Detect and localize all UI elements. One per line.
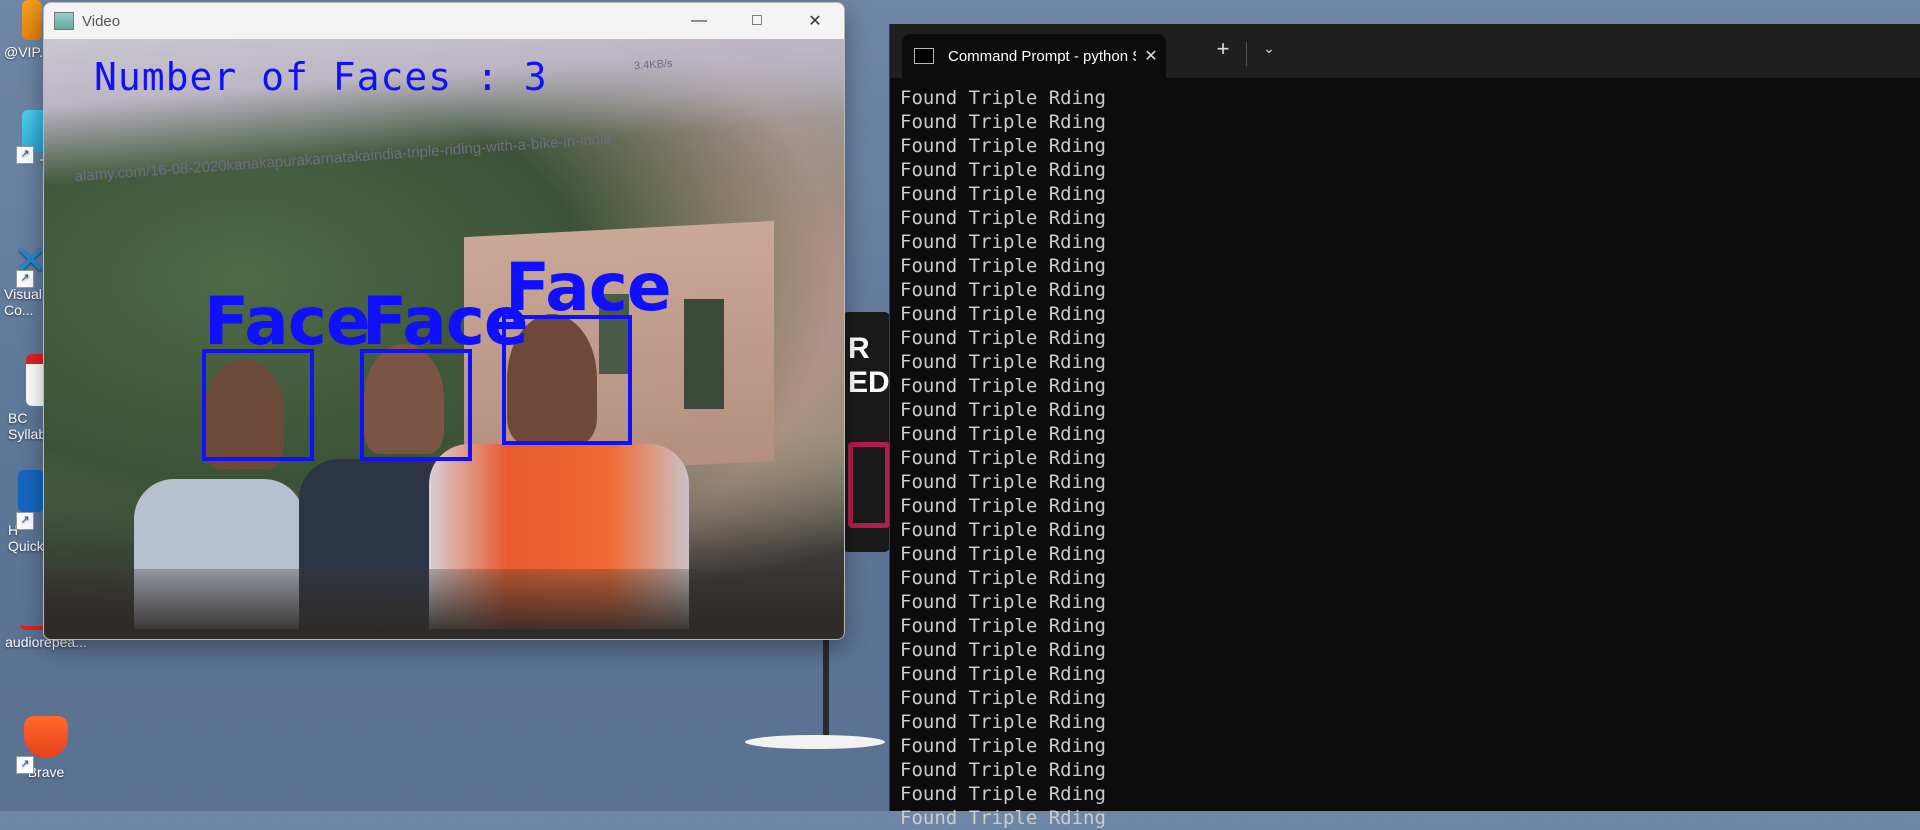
shortcut-arrow-icon: ↗ — [16, 756, 34, 774]
screen-speed-text: 3.4KB/s — [633, 57, 673, 73]
desktop-icon-label: Brave — [27, 764, 65, 780]
video-titlebar[interactable]: Video — □ ✕ — [44, 3, 844, 39]
terminal-output-line: Found Triple Rding — [900, 255, 1106, 277]
terminal-output-line: Found Triple Rding — [900, 591, 1106, 613]
terminal-output-line: Found Triple Rding — [900, 399, 1106, 421]
terminal-output-line: Found Triple Rding — [900, 447, 1106, 469]
terminal-window[interactable]: Command Prompt - python S ✕ + ⌄ Found Tr… — [889, 24, 1920, 829]
background-pole — [823, 630, 829, 740]
terminal-tab-bar: Command Prompt - python S ✕ + ⌄ — [890, 24, 1920, 78]
terminal-output-line: Found Triple Rding — [900, 495, 1106, 517]
terminal-icon — [914, 48, 934, 64]
quick-assist-icon — [18, 470, 44, 512]
face-bounding-box — [202, 349, 314, 461]
desktop-icon-brave[interactable]: ↗ Brave — [0, 716, 92, 780]
face-bounding-box — [360, 349, 472, 461]
sign-digit — [848, 442, 890, 528]
terminal-output-line: Found Triple Rding — [900, 207, 1106, 229]
terminal-output-line: Found Triple Rding — [900, 663, 1106, 685]
tab-dropdown-chevron-icon[interactable]: ⌄ — [1254, 40, 1284, 57]
sign-text-line1: R — [848, 332, 870, 365]
shortcut-arrow-icon: ↗ — [16, 512, 34, 530]
terminal-output-line: Found Triple Rding — [900, 327, 1106, 349]
terminal-output-line: Found Triple Rding — [900, 423, 1106, 445]
terminal-output-line: Found Triple Rding — [900, 807, 1106, 829]
terminal-output-line: Found Triple Rding — [900, 735, 1106, 757]
video-window[interactable]: Video — □ ✕ alamy.com/16-08-2020kanakapu… — [43, 2, 845, 640]
video-window-title: Video — [82, 12, 121, 30]
background-led-sign: R ED — [842, 312, 890, 552]
minimize-button[interactable]: — — [670, 3, 728, 39]
video-frame: alamy.com/16-08-2020kanakapurakarnatakai… — [44, 39, 844, 639]
background-pole-base — [745, 735, 885, 749]
close-button[interactable]: ✕ — [786, 3, 844, 39]
terminal-output-line: Found Triple Rding — [900, 159, 1106, 181]
terminal-tab[interactable]: Command Prompt - python S ✕ — [902, 34, 1166, 78]
video-app-icon — [54, 12, 74, 30]
face-count-overlay: Number of Faces : 3 — [94, 55, 548, 99]
terminal-output-line: Found Triple Rding — [900, 519, 1106, 541]
sign-text-line2: ED — [848, 366, 890, 399]
terminal-output-line: Found Triple Rding — [900, 279, 1106, 301]
terminal-output-line: Found Triple Rding — [900, 543, 1106, 565]
building-window — [684, 299, 724, 409]
video-bottom-shadow — [44, 569, 844, 639]
terminal-output-line: Found Triple Rding — [900, 135, 1106, 157]
maximize-button[interactable]: □ — [728, 3, 786, 39]
terminal-output-line: Found Triple Rding — [900, 231, 1106, 253]
terminal-output-line: Found Triple Rding — [900, 711, 1106, 733]
terminal-output-line: Found Triple Rding — [900, 303, 1106, 325]
shortcut-arrow-icon: ↗ — [16, 270, 34, 288]
screen-url-text: alamy.com/16-08-2020kanakapurakarnatakai… — [74, 130, 618, 185]
shortcut-arrow-icon: ↗ — [16, 146, 34, 164]
tab-close-icon[interactable]: ✕ — [1136, 46, 1166, 66]
brave-icon — [24, 716, 68, 758]
terminal-output-line: Found Triple Rding — [900, 111, 1106, 133]
terminal-output-line: Found Triple Rding — [900, 567, 1106, 589]
terminal-output-line: Found Triple Rding — [900, 351, 1106, 373]
terminal-tab-title: Command Prompt - python S — [948, 47, 1136, 65]
terminal-output-line: Found Triple Rding — [900, 687, 1106, 709]
tab-divider — [1246, 42, 1247, 66]
new-tab-button[interactable]: + — [1208, 36, 1238, 62]
face-bounding-box — [502, 315, 632, 445]
terminal-output-line: Found Triple Rding — [900, 759, 1106, 781]
terminal-output-line: Found Triple Rding — [900, 639, 1106, 661]
vip-icon — [22, 0, 42, 40]
terminal-output-line: Found Triple Rding — [900, 783, 1106, 805]
terminal-output-line: Found Triple Rding — [900, 615, 1106, 637]
terminal-output-line: Found Triple Rding — [900, 87, 1106, 109]
terminal-output[interactable]: Found Triple Rding Found Triple Rding Foun… — [900, 86, 1106, 830]
terminal-output-line: Found Triple Rding — [900, 471, 1106, 493]
terminal-output-line: Found Triple Rding — [900, 375, 1106, 397]
terminal-output-line: Found Triple Rding — [900, 183, 1106, 205]
